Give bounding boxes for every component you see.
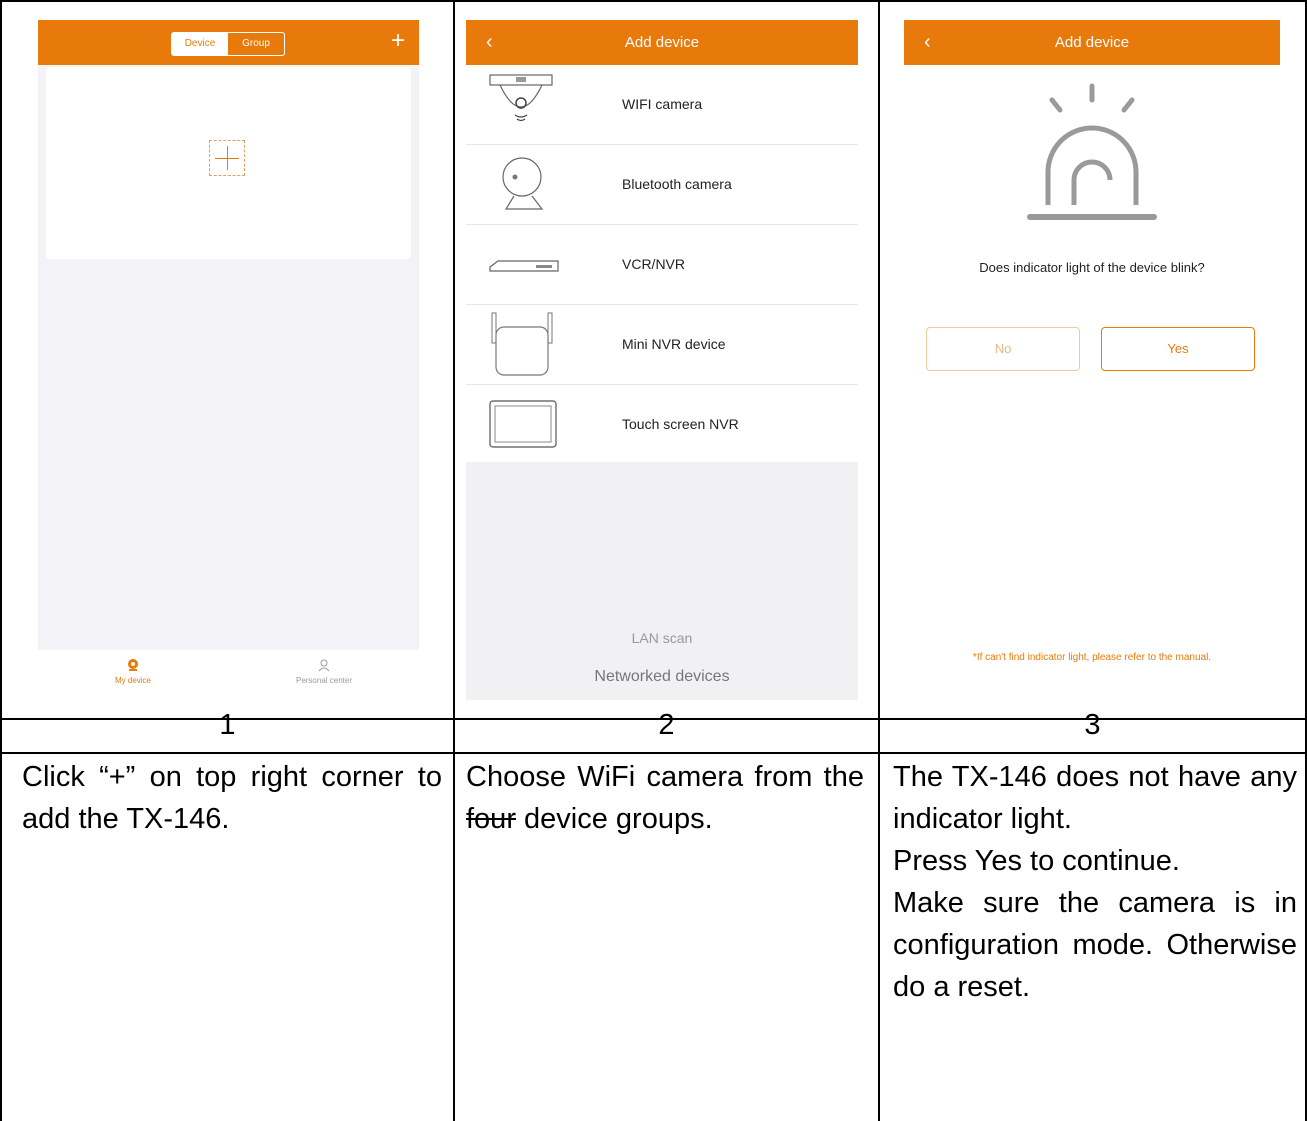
bottom-tab-bar: My device Personal center [38,650,419,700]
step-3-description: The TX-146 does not have any indicator l… [893,756,1297,1008]
step-3-line-3: Make sure the camera is in configuration… [893,887,1297,1003]
screen-add-device-list: ‹ Add device WIFI camera Bluetooth camer… [466,20,858,700]
screen-title: Add device [624,34,700,51]
step-number-3: 3 [1084,709,1101,741]
add-device-plus-icon[interactable] [209,140,245,176]
table-left-border [0,0,2,1121]
yes-button[interactable]: Yes [1101,327,1255,371]
step-3-line-2: Press Yes to continue. [893,845,1180,877]
tab-my-device[interactable]: My device [38,658,228,685]
indicator-question: Does indicator light of the device blink… [979,260,1205,275]
device-group-switch: Device Group [171,32,285,56]
alarm-light-icon [1027,83,1157,220]
screen-my-device: Device Group + My device Personal center [38,20,419,700]
camera-icon [128,659,138,671]
nvr-recorder-icon [489,260,559,272]
screen-title: Add device [1054,34,1130,51]
step-2-text: Choose WiFi camera from the four device … [466,756,864,840]
list-item-label: VCR/NVR [622,256,686,272]
list-item-label: WIFI camera [622,96,703,112]
step-1-description: Click “+” on top right corner to add the… [22,756,442,840]
list-item-label: Bluetooth camera [622,176,732,192]
table-top-border [0,0,1307,2]
list-item-bluetooth-camera[interactable]: Bluetooth camera [466,145,858,225]
top-bar: ‹ Add device [466,20,858,65]
top-bar: Device Group + [38,20,419,65]
bluetooth-camera-icon [502,157,544,210]
tab-personal-center[interactable]: Personal center [229,658,419,685]
device-type-list: WIFI camera Bluetooth camera VCR/NVR Min… [466,65,858,465]
row-divider-2 [0,752,1307,754]
list-item-wifi-camera[interactable]: WIFI camera [466,65,858,145]
list-item-touch-screen-nvr[interactable]: Touch screen NVR [466,385,858,465]
mini-nvr-router-icon [491,312,553,376]
column-divider-1 [453,0,455,1121]
networked-devices-link[interactable]: Networked devices [466,668,858,686]
wifi-camera-icon [489,74,553,122]
step-3-line-1: The TX-146 does not have any indicator l… [893,761,1297,835]
list-item-vcr-nvr[interactable]: VCR/NVR [466,225,858,305]
list-item-label: Mini NVR device [622,336,726,352]
column-divider-2 [878,0,880,1121]
person-icon [318,659,330,672]
segment-group[interactable]: Group [228,33,284,55]
manual-note: *If can't find indicator light, please r… [972,652,1212,663]
step-2-struck-word: four [466,803,516,835]
touch-screen-nvr-icon [489,400,557,448]
step-2-description: Choose WiFi camera from the four device … [466,756,864,840]
screen-indicator-light: ‹ Add device Does indicator light of the… [904,20,1280,700]
tab-personal-center-label: Personal center [295,676,353,685]
step-1-text: Click “+” on top right corner to add the… [22,761,442,835]
device-card [46,67,411,259]
tab-my-device-label: My device [114,676,151,685]
step-2-text-after: device groups. [515,803,713,835]
no-button[interactable]: No [926,327,1080,371]
segment-device[interactable]: Device [172,33,228,55]
bottom-grey-area [466,462,858,700]
lan-scan-link[interactable]: LAN scan [466,630,858,646]
step-2-text-before: Choose WiFi camera from the [466,761,864,793]
add-device-plus-button[interactable]: + [391,24,405,58]
step-number-2: 2 [658,709,675,741]
list-item-mini-nvr-device[interactable]: Mini NVR device [466,305,858,385]
list-item-label: Touch screen NVR [622,416,739,432]
top-bar: ‹ Add device [904,20,1280,65]
step-number-1: 1 [219,709,236,741]
